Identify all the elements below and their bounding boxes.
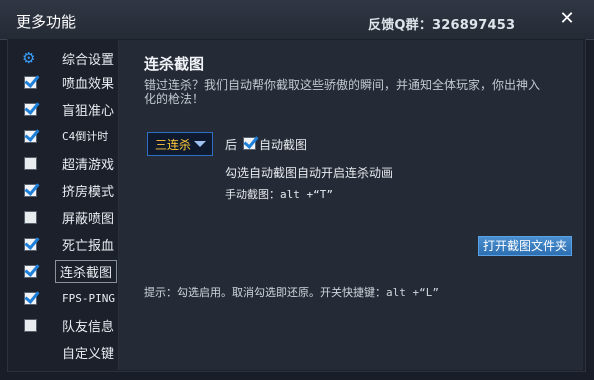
- auto-screenshot-label: 自动截图: [259, 138, 308, 152]
- sidebar-item-block-sprays[interactable]: 屏蔽喷图: [18, 205, 122, 229]
- section-description: 错过连杀？我们自动帮你截取这些骄傲的瞬间，并通知全体玩家，你出神入化的枪法！: [144, 78, 541, 106]
- sidebar: ⚙ 综合设置 喷血效果 盲狙准心 C4倒计时 超清游戏 挤房模式 屏蔽喷图 死亡…: [8, 40, 118, 370]
- checkbox-unchecked[interactable]: [24, 318, 37, 332]
- sidebar-item-label: 喷血效果: [62, 76, 115, 92]
- sidebar-item-label: 自定义键: [62, 346, 115, 362]
- title-bar: 更多功能 反馈Q群：326897453 ✕: [0, 0, 594, 40]
- window-title: 更多功能: [16, 13, 77, 31]
- checkbox-checked[interactable]: [24, 75, 37, 89]
- sidebar-item-label: 挤房模式: [62, 184, 115, 200]
- sidebar-item-label: 队友信息: [62, 319, 115, 335]
- sidebar-item-custom-keys[interactable]: 自定义键: [18, 340, 122, 364]
- sidebar-item-hd-game[interactable]: 超清游戏: [18, 151, 122, 175]
- chevron-down-icon: [194, 141, 206, 147]
- checkbox-unchecked[interactable]: [24, 210, 37, 224]
- info-manual-hotkey: 手动截图：alt +“T”: [225, 188, 333, 201]
- sidebar-item-label: 连杀截图: [55, 259, 118, 283]
- auto-screenshot-checkbox[interactable]: [243, 137, 256, 150]
- info-auto-animation: 勾选自动截图自动开启连杀动画: [225, 166, 394, 180]
- checkbox-unchecked[interactable]: [24, 156, 37, 170]
- sidebar-item-room-squeeze[interactable]: 挤房模式: [18, 178, 122, 202]
- close-icon[interactable]: ✕: [558, 10, 576, 28]
- sidebar-item-label: 超清游戏: [62, 157, 115, 173]
- checkbox-checked[interactable]: [24, 291, 37, 305]
- hint-text: 提示：勾选启用。取消勾选即还原。开关快捷键：alt +“L”: [144, 286, 439, 299]
- checkbox-checked[interactable]: [24, 264, 37, 278]
- sidebar-item-general-settings[interactable]: ⚙ 综合设置: [18, 46, 122, 70]
- feedback-group-label: 反馈Q群：326897453: [368, 18, 516, 33]
- sidebar-item-fps-ping[interactable]: FPS-PING: [18, 286, 122, 310]
- sidebar-item-label: 综合设置: [62, 52, 115, 68]
- checkbox-checked[interactable]: [24, 102, 37, 116]
- dropdown-selected-value: 三连杀: [155, 137, 192, 152]
- sidebar-item-label: 屏蔽喷图: [62, 211, 115, 227]
- sidebar-item-label: 盲狙准心: [62, 103, 115, 119]
- checkbox-checked[interactable]: [24, 237, 37, 251]
- checkbox-checked[interactable]: [24, 129, 37, 143]
- sidebar-item-label: 死亡报血: [62, 238, 115, 254]
- sidebar-item-c4-countdown[interactable]: C4倒计时: [18, 124, 122, 148]
- sidebar-item-blood-effect[interactable]: 喷血效果: [18, 70, 122, 94]
- sidebar-item-death-hp-report[interactable]: 死亡报血: [18, 232, 122, 256]
- gear-icon: ⚙: [22, 48, 36, 67]
- checkbox-checked[interactable]: [24, 183, 37, 197]
- sidebar-item-multikill-screenshot[interactable]: 连杀截图: [18, 259, 122, 283]
- killcount-dropdown[interactable]: 三连杀: [147, 132, 213, 156]
- after-label: 后: [225, 138, 238, 152]
- sidebar-item-teammate-info[interactable]: 队友信息: [18, 313, 122, 337]
- section-heading: 连杀截图: [144, 55, 205, 73]
- sidebar-item-label: FPS-PING: [62, 291, 115, 305]
- open-screenshot-folder-button[interactable]: 打开截图文件夹: [478, 236, 572, 256]
- sidebar-item-label: C4倒计时: [62, 130, 109, 143]
- main-panel: 连杀截图 错过连杀？我们自动帮你截取这些骄傲的瞬间，并通知全体玩家，你出神入化的…: [119, 40, 583, 370]
- sidebar-item-blind-scope-crosshair[interactable]: 盲狙准心: [18, 97, 122, 121]
